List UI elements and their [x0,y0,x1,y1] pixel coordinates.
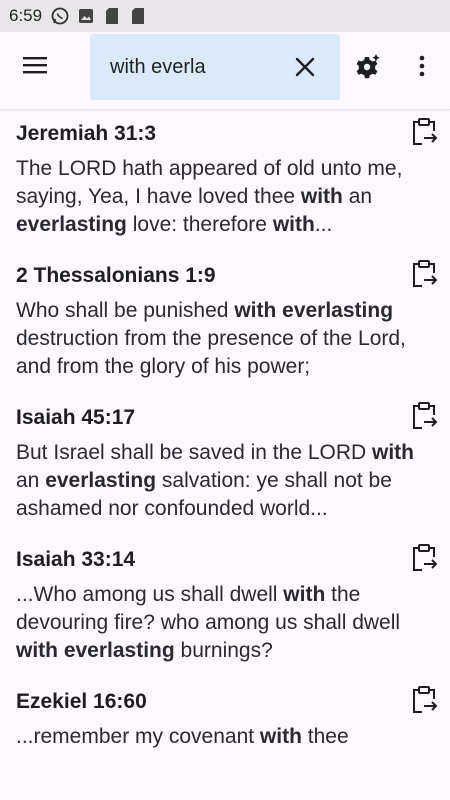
status-bar: 6:59 [0,0,450,32]
verse-text-segment: love: therefore [126,213,273,236]
search-settings-gear-icon [356,54,380,79]
highlighted-match: with [259,725,302,748]
highlighted-match: with everlasting [16,639,175,662]
copy-to-clipboard-icon [413,402,438,429]
search-box [90,34,340,100]
whatsapp-icon [50,6,70,26]
copy-verse-button[interactable] [410,401,438,431]
verse-text-segment: destruction from the presence of the Lor… [16,327,406,378]
verse-reference: Isaiah 45:17 [16,406,136,429]
verse-text: But Israel shall be saved in the LORD wi… [16,439,428,523]
search-result-item[interactable]: Isaiah 45:17 But Israel shall be saved in… [0,381,450,523]
verse-text-segment: ...remember my covenant [16,725,260,748]
copy-verse-button[interactable] [410,259,438,289]
search-results-list: Jeremiah 31:3 The LORD hath appeared of o… [0,111,450,800]
verse-reference: Jeremiah 31:3 [16,122,157,145]
verse-reference: Ezekiel 16:60 [16,690,147,713]
verse-text-segment: burnings? [174,639,273,662]
verse-text: The LORD hath appeared of old unto me, s… [16,155,428,239]
search-toolbar [0,32,450,110]
verse-text-segment: Who shall be punished [16,299,235,322]
highlighted-match: everlasting [16,213,127,236]
highlighted-match: with [372,441,415,464]
verse-text-segment: ... [314,213,333,236]
copy-to-clipboard-icon [413,118,438,145]
copy-verse-button[interactable] [410,543,438,573]
verse-text-segment: thee [301,725,349,748]
verse-text-segment: an [342,185,373,208]
verse-text: ...remember my covenant with thee [16,723,428,751]
search-settings-button[interactable] [355,52,383,80]
verse-text-segment: But Israel shall be saved in the LORD [16,441,373,464]
sd-card-icon [128,6,148,26]
highlighted-match: with everlasting [234,299,394,322]
menu-button[interactable] [21,54,49,76]
verse-text-segment: ...Who among us shall dwell [16,583,284,606]
copy-to-clipboard-icon [413,260,438,287]
verse-text: Who shall be punished with everlasting d… [16,297,428,381]
hamburger-menu-icon [23,57,47,74]
more-options-button[interactable] [413,52,431,80]
highlighted-match: with [272,213,315,236]
copy-verse-button[interactable] [410,117,438,147]
verse-reference: Isaiah 33:14 [16,548,136,571]
search-result-item[interactable]: 2 Thessalonians 1:9 Who shall be punished… [0,239,450,381]
highlighted-match: with [283,583,326,606]
image-icon [76,6,96,26]
search-input[interactable] [110,52,290,82]
sd-card-icon [102,6,122,26]
verse-reference: 2 Thessalonians 1:9 [16,264,216,287]
search-result-item[interactable]: Jeremiah 31:3 The LORD hath appeared of o… [0,111,450,239]
status-time: 6:59 [9,6,43,25]
search-result-item[interactable]: Isaiah 33:14 ...Who among us shall dwell … [0,523,450,665]
copy-to-clipboard-icon [413,686,438,713]
close-icon [295,57,315,77]
verse-text-segment: an [16,469,46,492]
highlighted-match: everlasting [45,469,157,492]
more-vert-icon [419,55,425,77]
verse-text: ...Who among us shall dwell with the dev… [16,581,428,665]
clear-search-button[interactable] [293,55,317,79]
copy-to-clipboard-icon [413,544,438,571]
highlighted-match: with [300,185,343,208]
copy-verse-button[interactable] [410,685,438,715]
search-result-item[interactable]: Ezekiel 16:60 ...remember my covenant wit… [0,665,450,751]
